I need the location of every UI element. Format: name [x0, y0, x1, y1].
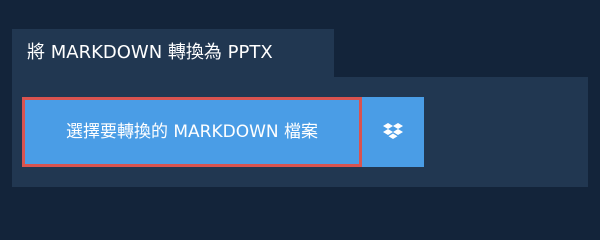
page-title-tab: 將 MARKDOWN 轉換為 PPTX: [12, 29, 334, 77]
dropbox-icon: [383, 123, 403, 141]
dropbox-button[interactable]: [362, 97, 424, 167]
select-markdown-file-label: 選擇要轉換的 MARKDOWN 檔案: [65, 122, 319, 142]
select-markdown-file-button[interactable]: 選擇要轉換的 MARKDOWN 檔案: [22, 97, 362, 167]
page-title: 將 MARKDOWN 轉換為 PPTX: [27, 42, 273, 63]
